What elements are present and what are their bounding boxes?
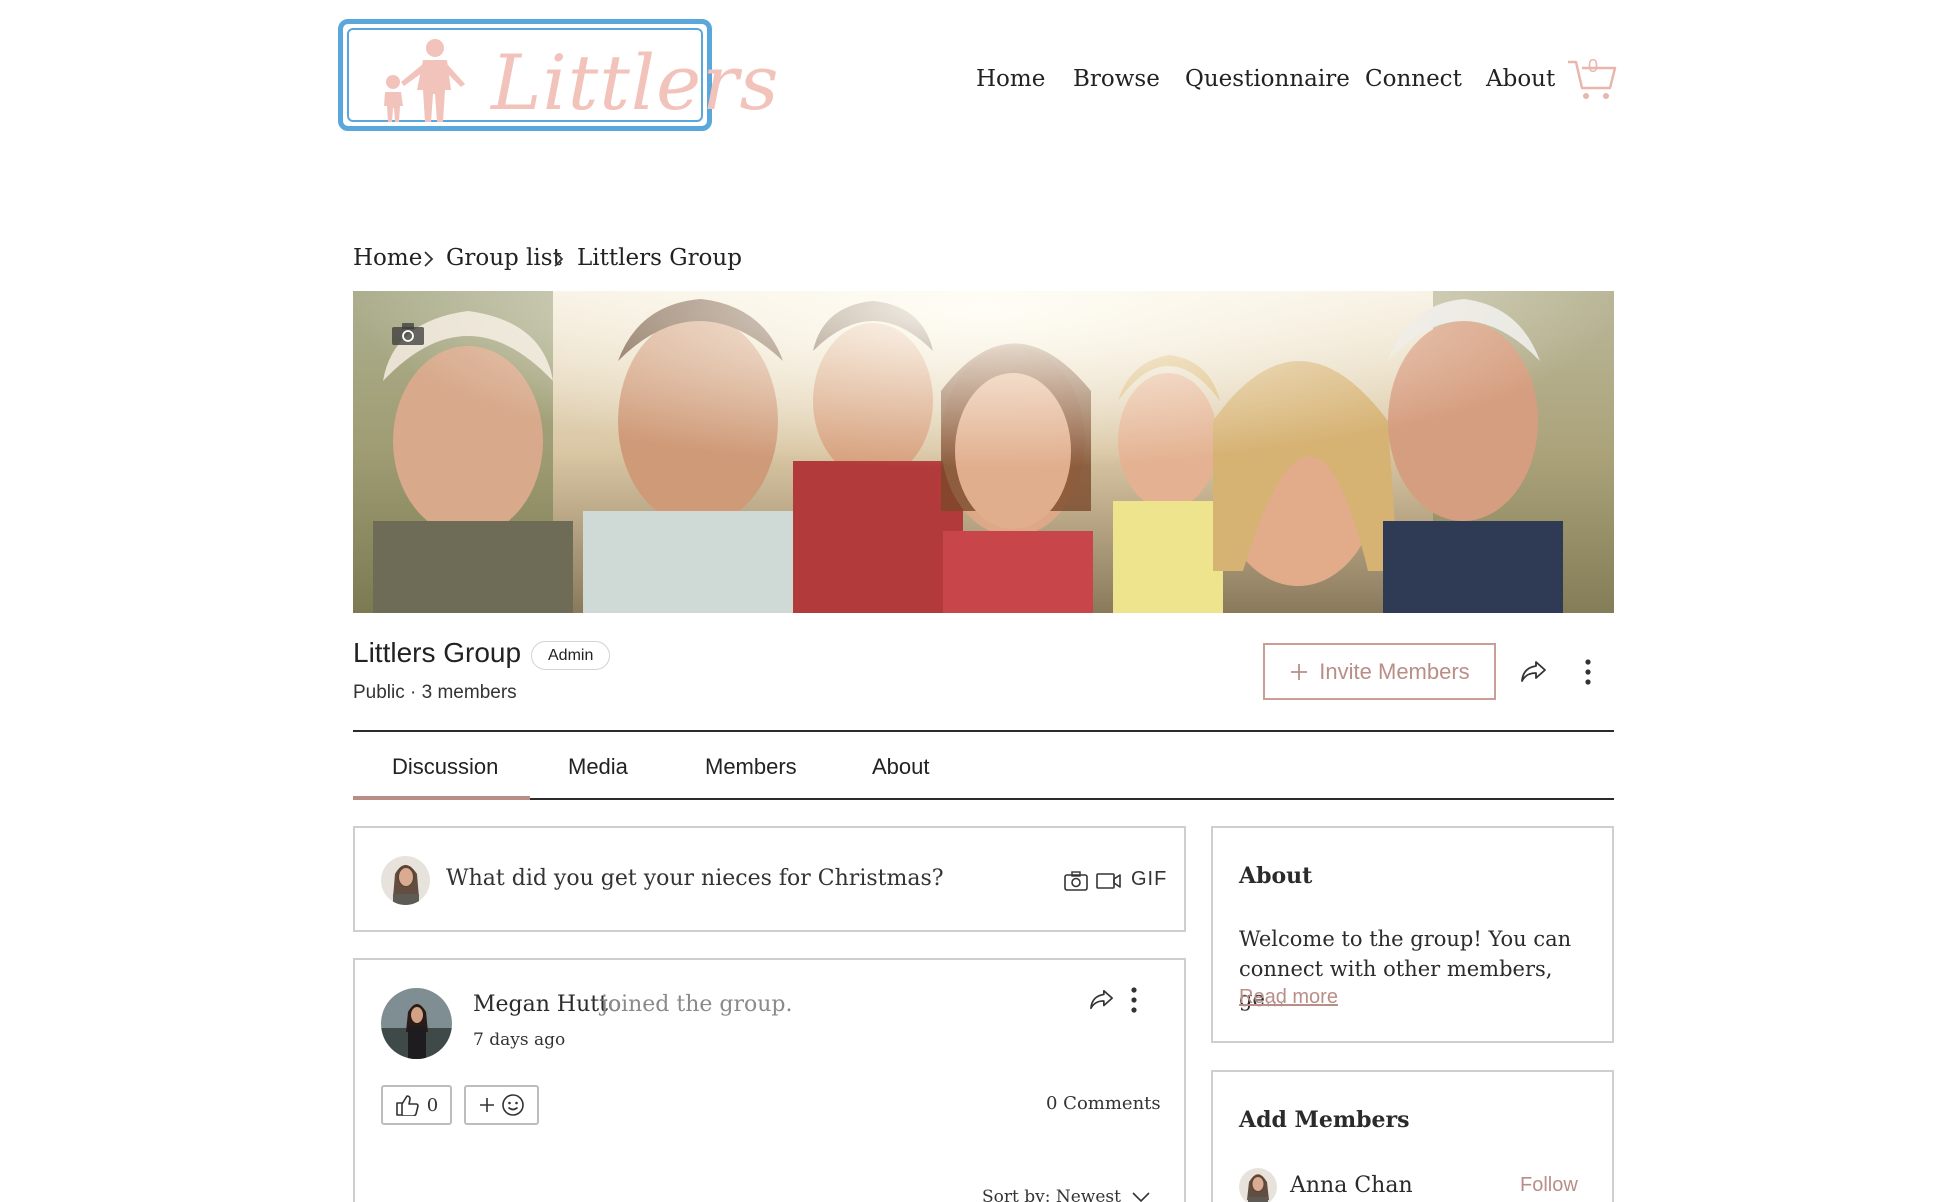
nav-questionnaire[interactable]: Questionnaire (1185, 66, 1350, 92)
group-title: Littlers Group (353, 637, 522, 668)
like-button[interactable]: 0 (381, 1085, 452, 1125)
share-icon[interactable] (1520, 659, 1548, 685)
sort-dropdown[interactable]: Sort by: Newest (982, 1187, 1151, 1202)
post-action-text: joined the group. (601, 992, 793, 1017)
avatar[interactable] (381, 988, 452, 1059)
post-timestamp: 7 days ago (473, 1030, 566, 1050)
group-meta: Public · 3 members (353, 682, 517, 703)
sort-label: Sort by: Newest (982, 1187, 1121, 1202)
thumbs-up-icon (395, 1095, 419, 1116)
tab-media[interactable]: Media (568, 754, 628, 780)
camera-icon[interactable] (391, 322, 425, 346)
family-photo (353, 291, 1614, 613)
more-options-icon[interactable] (1579, 658, 1597, 686)
cart-button[interactable]: 0 (1566, 56, 1618, 102)
nav-browse[interactable]: Browse (1073, 66, 1160, 92)
cart-count: 0 (1588, 56, 1599, 76)
invite-members-label: Invite Members (1319, 658, 1470, 684)
breadcrumb-current: Littlers Group (577, 245, 742, 271)
more-options-icon[interactable] (1125, 986, 1143, 1014)
nav-home[interactable]: Home (976, 66, 1045, 92)
post-author[interactable]: Megan Hutto (473, 992, 621, 1017)
plus-icon (479, 1098, 494, 1112)
chevron-right-icon (424, 251, 434, 267)
smiley-icon (501, 1094, 524, 1116)
invite-members-button[interactable]: Invite Members (1263, 643, 1496, 700)
member-name[interactable]: Anna Chan (1290, 1173, 1413, 1198)
add-reaction-button[interactable] (464, 1085, 539, 1125)
breadcrumb-group-list[interactable]: Group list (446, 245, 562, 271)
like-count: 0 (426, 1094, 439, 1116)
follow-button[interactable]: Follow (1520, 1174, 1578, 1197)
group-cover-photo (353, 291, 1614, 613)
read-more-link[interactable]: Read more (1239, 986, 1338, 1009)
about-widget-title: About (1239, 863, 1313, 889)
tabs-divider-top (353, 730, 1614, 732)
site-logo[interactable]: Littlers (338, 19, 778, 131)
tab-discussion[interactable]: Discussion (392, 754, 498, 780)
add-members-title: Add Members (1239, 1107, 1410, 1133)
tab-members[interactable]: Members (705, 754, 797, 780)
share-icon[interactable] (1089, 988, 1115, 1012)
nav-about[interactable]: About (1486, 66, 1555, 92)
family-icon (384, 39, 465, 122)
composer-prompt[interactable]: What did you get your nieces for Christm… (446, 866, 944, 891)
logo-wordmark: Littlers (491, 38, 780, 127)
avatar[interactable] (1239, 1168, 1277, 1202)
nav-connect[interactable]: Connect (1365, 66, 1462, 92)
avatar (381, 856, 430, 905)
tab-about[interactable]: About (872, 754, 930, 780)
logo-frame: Littlers (347, 28, 778, 127)
tabs-divider-bottom (353, 798, 1614, 800)
video-icon[interactable] (1096, 872, 1122, 890)
chevron-down-icon (1132, 1192, 1150, 1202)
active-tab-indicator (353, 796, 530, 800)
comments-count[interactable]: 0 Comments (1046, 1093, 1161, 1114)
gif-button[interactable]: GIF (1131, 868, 1167, 891)
breadcrumb-home[interactable]: Home (353, 245, 422, 271)
chevron-right-icon (554, 251, 564, 267)
plus-icon (1291, 663, 1308, 680)
role-badge: Admin (531, 641, 611, 670)
camera-icon[interactable] (1064, 871, 1088, 891)
